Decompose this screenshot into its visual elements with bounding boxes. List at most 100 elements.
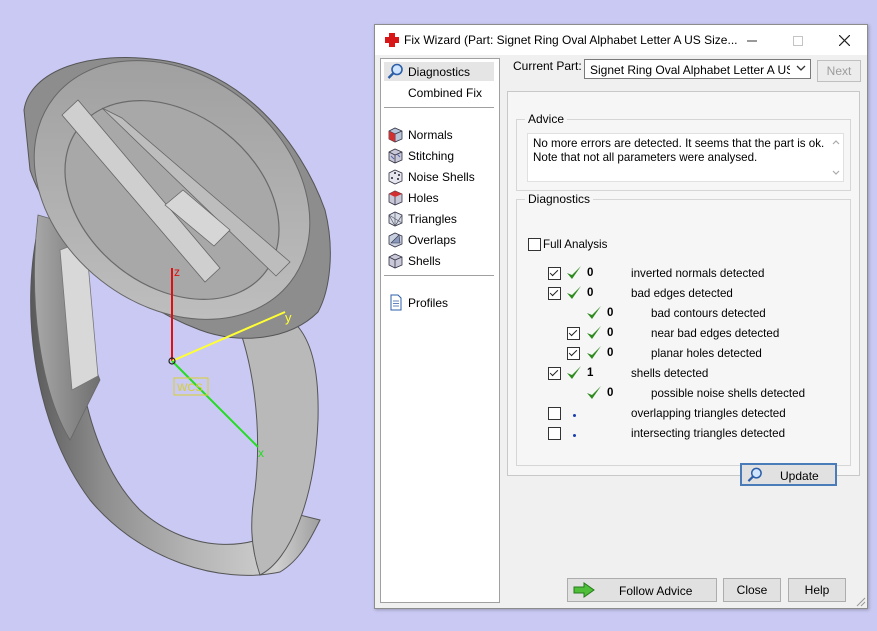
fix-wizard-window: Fix Wizard (Part: Signet Ring Oval Alpha… <box>374 24 868 609</box>
shells-icon <box>388 253 403 269</box>
nav-label: Diagnostics <box>408 65 471 79</box>
holes-cube-icon <box>388 190 403 206</box>
intersecting-triangles-checkbox[interactable] <box>548 427 561 440</box>
nav-label: Normals <box>408 128 453 142</box>
near-bad-edges-checkbox[interactable] <box>567 327 580 340</box>
red-cross-icon <box>385 33 399 47</box>
advice-group: Advice No more errors are detected. It s… <box>516 112 851 191</box>
nav-item-overlaps[interactable]: Overlaps <box>384 230 494 249</box>
planar-holes-checkbox[interactable] <box>567 347 580 360</box>
scroll-up-icon <box>832 140 840 145</box>
follow-advice-label: Follow Advice <box>619 584 693 598</box>
overlapping-triangles-label: overlapping triangles detected <box>631 407 786 420</box>
nav-divider <box>384 275 494 276</box>
diagnostics-group-title: Diagnostics <box>525 192 594 206</box>
nav-item-shells[interactable]: Shells <box>384 251 494 270</box>
check-ok-icon <box>567 266 581 279</box>
check-ok-icon <box>587 326 601 339</box>
bad-edges-count: 0 <box>587 287 594 299</box>
full-analysis-checkbox[interactable] <box>528 238 541 251</box>
maximize-button[interactable] <box>775 25 821 55</box>
resize-grip-icon[interactable] <box>855 596 866 607</box>
nav-item-normals[interactable]: Normals <box>384 125 494 144</box>
triangles-icon <box>388 211 403 227</box>
nav-label: Holes <box>408 191 439 205</box>
shells-checkbox[interactable] <box>548 367 561 380</box>
inverted-normals-count: 0 <box>587 267 594 279</box>
title-bar[interactable]: Fix Wizard (Part: Signet Ring Oval Alpha… <box>375 25 867 55</box>
check-ok-icon <box>587 386 601 399</box>
x-axis <box>171 360 259 448</box>
bad-contours-label: bad contours detected <box>651 307 766 320</box>
advice-text-box: No more errors are detected. It seems th… <box>527 133 844 182</box>
shells-count: 1 <box>587 367 594 379</box>
window-title: Fix Wizard (Part: Signet Ring Oval Alpha… <box>404 33 738 47</box>
magnifier-icon <box>747 467 762 482</box>
nav-item-combined-fix[interactable]: Combined Fix <box>384 83 494 102</box>
overlapping-triangles-checkbox[interactable] <box>548 407 561 420</box>
minimize-button[interactable] <box>729 25 775 55</box>
check-ok-icon <box>587 306 601 319</box>
shells-label: shells detected <box>631 367 709 380</box>
help-button[interactable]: Help <box>788 578 846 602</box>
advice-scrollbar[interactable] <box>829 134 843 181</box>
overlaps-icon <box>388 232 403 248</box>
noise-shells-count: 0 <box>607 387 614 399</box>
nav-label: Overlaps <box>408 233 457 247</box>
planar-holes-label: planar holes detected <box>651 347 762 360</box>
bad-edges-checkbox[interactable] <box>548 287 561 300</box>
nav-item-triangles[interactable]: Triangles <box>384 209 494 228</box>
check-ok-icon <box>567 366 581 379</box>
update-button[interactable]: Update <box>740 463 837 486</box>
magnifier-icon <box>387 63 403 79</box>
noise-shells-label: possible noise shells detected <box>651 387 806 400</box>
chevron-down-icon <box>796 65 806 71</box>
x-axis-label: x <box>258 446 264 460</box>
document-icon <box>390 294 402 311</box>
nav-label: Stitching <box>408 149 455 163</box>
diagnostics-pane: Advice No more errors are detected. It s… <box>507 91 860 486</box>
ring-model[interactable] <box>0 7 361 576</box>
close-window-button[interactable] <box>821 25 867 55</box>
inverted-normals-label: inverted normals detected <box>631 267 765 280</box>
inverted-normals-checkbox[interactable] <box>548 267 561 280</box>
close-button[interactable]: Close <box>723 578 781 602</box>
nav-label: Triangles <box>408 212 457 226</box>
nav-item-stitching[interactable]: Stitching <box>384 146 494 165</box>
wcs-label: WCS <box>177 382 203 394</box>
wizard-nav: Diagnostics Combined Fix Normals Stitchi… <box>380 58 500 603</box>
nav-divider <box>384 107 494 108</box>
current-part-select[interactable]: Signet Ring Oval Alphabet Letter A US Si… <box>584 59 811 79</box>
planar-holes-count: 0 <box>607 347 614 359</box>
bad-contours-count: 0 <box>607 307 614 319</box>
intersecting-triangles-label: intersecting triangles detected <box>631 427 786 440</box>
follow-advice-button[interactable]: Follow Advice <box>567 578 717 602</box>
near-bad-edges-count: 0 <box>607 327 614 339</box>
next-button[interactable]: Next <box>817 60 861 82</box>
nav-item-profiles[interactable]: Profiles <box>384 293 494 312</box>
full-analysis-label: Full Analysis <box>543 238 608 251</box>
check-ok-icon <box>567 286 581 299</box>
bad-edges-label: bad edges detected <box>631 287 733 300</box>
maximize-icon <box>793 36 803 47</box>
check-ok-icon <box>587 346 601 359</box>
nav-item-holes[interactable]: Holes <box>384 188 494 207</box>
pending-dot-icon <box>573 434 576 437</box>
update-label: Update <box>780 469 819 483</box>
normals-cube-icon <box>388 127 403 143</box>
y-axis-label: y <box>285 310 292 325</box>
nav-item-noise-shells[interactable]: Noise Shells <box>384 167 494 186</box>
nav-label: Profiles <box>408 296 449 310</box>
advice-line-1: No more errors are detected. It seems th… <box>533 137 825 150</box>
advice-group-title: Advice <box>525 112 568 126</box>
scroll-down-icon <box>832 170 840 175</box>
pending-dot-icon <box>573 414 576 417</box>
nav-label: Combined Fix <box>408 86 483 100</box>
current-part-value: Signet Ring Oval Alphabet Letter A US Si… <box>590 63 790 77</box>
current-part-label: Current Part: <box>513 59 582 73</box>
z-axis-label: z <box>174 265 180 279</box>
noise-dice-icon <box>388 169 403 185</box>
nav-item-diagnostics[interactable]: Diagnostics <box>384 62 494 81</box>
close-icon <box>838 34 850 46</box>
minimize-icon <box>747 40 757 42</box>
